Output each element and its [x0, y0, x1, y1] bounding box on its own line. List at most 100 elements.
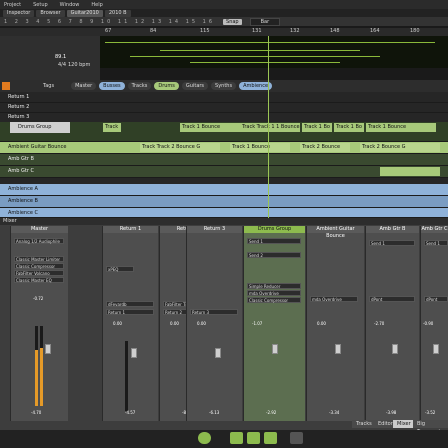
strip-amb-gtr-c: Amb Gtr C Send 1 dPont -0.90 -3.52 — [420, 226, 448, 421]
insert-slot[interactable]: xPEQ — [106, 266, 134, 272]
strip-return-1: Return 1 xPEQ dFevardb Return 1 0.00 -4.… — [102, 226, 158, 421]
loop-icon[interactable] — [264, 432, 277, 444]
level-meter — [40, 326, 43, 406]
send-slot[interactable]: Send 2 — [247, 252, 301, 258]
pan-value[interactable]: 0.00 — [170, 321, 179, 326]
insert-slot[interactable]: dFevardb — [106, 301, 154, 307]
insert-slot[interactable]: dPont — [424, 296, 448, 302]
snap-button[interactable]: Snap — [223, 18, 242, 25]
menu-help[interactable]: Help — [91, 2, 102, 8]
insert-slot[interactable]: mda Overdrive — [310, 296, 358, 302]
menu-setup[interactable]: Setup — [33, 2, 48, 8]
power-icon[interactable] — [198, 432, 211, 444]
record-button-icon[interactable] — [290, 432, 303, 444]
lane-drums-group[interactable]: Drums Group Track 1 Bounce Track 1 Bounc… — [0, 122, 448, 142]
output-slot[interactable]: Return 3 — [190, 309, 238, 315]
ruler-tick: 180 — [410, 28, 420, 34]
lane-ambience-b[interactable]: Ambience B — [0, 196, 448, 208]
quantize-select[interactable]: Bar — [249, 17, 281, 26]
tab-inspector[interactable]: Inspector — [3, 9, 35, 17]
insert-slot[interactable]: FabFilter Volcano — [14, 270, 64, 276]
clip[interactable]: Track 1 Bounce — [180, 123, 240, 132]
fader-db: -3.52 — [425, 410, 436, 415]
insert-slot[interactable]: Classic Master EQ — [14, 277, 64, 283]
strip-master: Master Analog 1/2 Audiophile Classic Mas… — [10, 226, 68, 421]
insert-slot[interactable]: dPont — [369, 296, 415, 302]
pan-value[interactable]: -1.07 — [252, 321, 262, 326]
insert-slot[interactable]: Classic Compressor — [14, 263, 64, 269]
clip[interactable]: Track Track 1 1 Bounce — [240, 123, 300, 132]
record-icon[interactable] — [2, 82, 10, 90]
strip-name: Return 1 — [103, 226, 158, 233]
tab-browser[interactable]: Browser — [36, 9, 65, 17]
volume-fader[interactable] — [433, 344, 439, 354]
play-icon[interactable] — [247, 432, 260, 444]
filter-tracks[interactable]: Tracks — [127, 82, 152, 90]
volume-fader[interactable] — [272, 344, 278, 354]
lane-ambient-guitar-bounce[interactable]: Ambient Guitar Bounce Track Track 2 Boun… — [0, 142, 448, 154]
clip[interactable]: Track 1 Bounce — [366, 123, 436, 132]
overview-line — [105, 42, 435, 43]
insert-slot[interactable]: Classic Master Limiter — [14, 256, 64, 262]
strip-ambient-guitar-bounce: Ambient Guitar Bounce mda Overdrive 0.00… — [306, 226, 364, 421]
overview-line — [160, 50, 360, 51]
volume-fader[interactable] — [392, 344, 398, 354]
clip[interactable]: Track 1 Bo — [302, 123, 332, 132]
lane-ambience-c[interactable]: Ambience C — [0, 208, 448, 218]
ruler-tick: 164 — [370, 28, 380, 34]
filter-drums[interactable]: Drums — [154, 82, 179, 90]
volume-fader[interactable] — [335, 344, 341, 354]
insert-slot[interactable]: Classic Compressor — [247, 297, 301, 303]
ruler-tick: 131 — [252, 28, 262, 34]
pan-value[interactable]: 0.00 — [113, 321, 122, 326]
clip[interactable]: Track 2 Bounce — [300, 143, 350, 152]
clip[interactable]: Track 1 Bo — [334, 123, 364, 132]
level-meter — [35, 326, 38, 406]
send-slot[interactable]: Send 1 — [247, 238, 301, 244]
lane-ambience-a[interactable]: Ambience A — [0, 184, 448, 196]
pan-value[interactable]: 0.00 — [197, 321, 206, 326]
filter-guitars[interactable]: Guitars — [181, 82, 209, 90]
fader-db: -3.34 — [329, 410, 340, 415]
pan-value[interactable]: 0.00 — [317, 321, 326, 326]
send-slot[interactable]: Send 1 — [369, 240, 415, 246]
volume-fader[interactable] — [131, 348, 137, 358]
pan-value[interactable]: -2.70 — [374, 321, 384, 326]
lane-amb-gtr-c[interactable]: Amb Gtr C — [0, 166, 448, 178]
tab-mixer[interactable]: Mixer — [393, 420, 415, 428]
tags-label[interactable]: Tags — [43, 83, 54, 89]
output-slot[interactable]: Return 1 — [106, 309, 154, 315]
strip-name: Return 3 — [187, 226, 242, 233]
pan-value[interactable]: -0.90 — [423, 321, 433, 326]
strip-return-3: Return 3 Return 3 0.00 -6.13 — [186, 226, 242, 421]
playhead-cursor[interactable] — [268, 36, 269, 218]
tab-2010b[interactable]: 2010 B — [104, 9, 131, 17]
clip[interactable]: Track 1 Bounce — [103, 123, 121, 132]
filter-synths[interactable]: Synths — [211, 82, 237, 90]
tab-tracks[interactable]: Tracks — [352, 420, 376, 428]
clip[interactable]: Track 1 Bounce — [230, 143, 290, 152]
clip[interactable]: Track 2 Bounce G — [360, 143, 440, 152]
tab-guitar2010[interactable]: Guitar2010 — [66, 9, 103, 17]
volume-fader[interactable] — [215, 348, 221, 358]
insert-slot[interactable]: Analog 1/2 Audiophile — [14, 238, 64, 244]
stop-icon[interactable] — [230, 432, 243, 444]
menu-project[interactable]: Project — [4, 2, 21, 8]
clip[interactable]: Track Track 2 Bounce G — [140, 143, 220, 152]
filter-busses[interactable]: Busses — [99, 82, 125, 90]
insert-slot[interactable]: Simple Reducer — [247, 283, 301, 289]
volume-fader[interactable] — [45, 344, 51, 354]
time-info-panel: 89.1 4/4 120 bpm — [0, 36, 100, 80]
insert-slot[interactable]: mda Overdrive — [247, 290, 301, 296]
send-slot[interactable]: Send 1 — [424, 240, 448, 246]
tab-big-transport[interactable]: Big Transport — [413, 420, 448, 435]
pan-value[interactable]: -0.72 — [33, 296, 43, 301]
arrangement-overview[interactable] — [100, 36, 448, 68]
menu-window[interactable]: Window — [60, 2, 80, 8]
master-button[interactable]: Master — [71, 82, 97, 90]
lane-amb-gtr-b[interactable]: Amb Gtr B — [0, 154, 448, 166]
position-readout: 89.1 — [55, 54, 67, 60]
tool-digits[interactable]: 1 2 3 4 5 6 7 8 9 10 11 12 13 14 15 16 — [4, 19, 215, 25]
clip[interactable] — [380, 167, 440, 176]
timeline-ruler[interactable]: 67 84 115 131 132 148 164 180 — [0, 28, 448, 36]
